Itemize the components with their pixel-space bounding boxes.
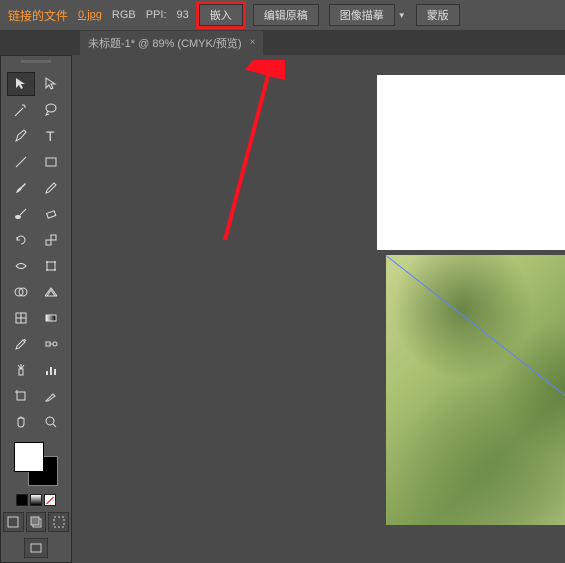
rotate-tool[interactable] bbox=[7, 228, 35, 252]
hand-tool[interactable] bbox=[7, 410, 35, 434]
pencil-tool[interactable] bbox=[37, 176, 65, 200]
svg-text:T: T bbox=[46, 128, 55, 144]
eraser-tool[interactable] bbox=[37, 202, 65, 226]
mask-button[interactable]: 蒙版 bbox=[416, 4, 460, 26]
free-transform-tool[interactable] bbox=[37, 254, 65, 278]
image-trace-dropdown[interactable]: 图像描摹 ▼ bbox=[329, 4, 406, 26]
artboard-blank[interactable] bbox=[377, 75, 565, 250]
swatch-none[interactable] bbox=[44, 494, 56, 506]
draw-mode-row bbox=[3, 512, 69, 532]
image-trace-button[interactable]: 图像描摹 bbox=[329, 4, 395, 26]
symbol-sprayer-tool[interactable] bbox=[7, 358, 35, 382]
selection-tool[interactable] bbox=[7, 72, 35, 96]
canvas-area[interactable] bbox=[72, 55, 565, 521]
draw-inside[interactable] bbox=[48, 512, 69, 532]
column-graph-tool[interactable] bbox=[37, 358, 65, 382]
document-tab-bar: 未标题-1* @ 89% (CMYK/预览) × bbox=[0, 30, 565, 55]
mesh-tool[interactable] bbox=[7, 306, 35, 330]
perspective-grid-tool[interactable] bbox=[37, 280, 65, 304]
gradient-tool[interactable] bbox=[37, 306, 65, 330]
scale-tool[interactable] bbox=[37, 228, 65, 252]
width-tool[interactable] bbox=[7, 254, 35, 278]
placed-image[interactable] bbox=[386, 255, 565, 525]
color-picker[interactable] bbox=[14, 442, 58, 486]
options-bar: 链接的文件 0.jpg RGB PPI: 93 嵌入 编辑原稿 图像描摹 ▼ 蒙… bbox=[0, 0, 565, 30]
artboard-tool[interactable] bbox=[7, 384, 35, 408]
type-tool[interactable]: T bbox=[37, 124, 65, 148]
chevron-down-icon: ▼ bbox=[398, 11, 406, 20]
screen-mode-button[interactable] bbox=[24, 538, 48, 558]
tools-panel: T bbox=[0, 55, 72, 563]
draw-behind[interactable] bbox=[26, 512, 47, 532]
draw-normal[interactable] bbox=[3, 512, 24, 532]
embed-button[interactable]: 嵌入 bbox=[199, 4, 243, 26]
linked-file-label: 链接的文件 bbox=[8, 7, 68, 24]
ppi-value: 93 bbox=[177, 9, 189, 21]
blend-tool[interactable] bbox=[37, 332, 65, 356]
ppi-label: PPI: bbox=[146, 9, 167, 21]
lasso-tool[interactable] bbox=[37, 98, 65, 122]
color-mode-label: RGB bbox=[112, 9, 136, 21]
zoom-tool[interactable] bbox=[37, 410, 65, 434]
linked-filename[interactable]: 0.jpg bbox=[78, 9, 102, 21]
rectangle-tool[interactable] bbox=[37, 150, 65, 174]
close-tab-icon[interactable]: × bbox=[250, 37, 256, 48]
blob-brush-tool[interactable] bbox=[7, 202, 35, 226]
pen-tool[interactable] bbox=[7, 124, 35, 148]
panel-grip[interactable] bbox=[3, 60, 69, 68]
document-tab-title: 未标题-1* @ 89% (CMYK/预览) bbox=[88, 35, 242, 51]
shape-builder-tool[interactable] bbox=[7, 280, 35, 304]
document-tab[interactable]: 未标题-1* @ 89% (CMYK/预览) × bbox=[80, 31, 263, 55]
direct-selection-tool[interactable] bbox=[37, 72, 65, 96]
slice-tool[interactable] bbox=[37, 384, 65, 408]
edit-original-button[interactable]: 编辑原稿 bbox=[253, 4, 319, 26]
paintbrush-tool[interactable] bbox=[7, 176, 35, 200]
fill-color[interactable] bbox=[14, 442, 44, 472]
color-mode-swatches bbox=[3, 494, 69, 506]
swatch-gradient[interactable] bbox=[30, 494, 42, 506]
screen-mode-row bbox=[3, 538, 69, 558]
eyedropper-tool[interactable] bbox=[7, 332, 35, 356]
magic-wand-tool[interactable] bbox=[7, 98, 35, 122]
line-tool[interactable] bbox=[7, 150, 35, 174]
swatch-solid[interactable] bbox=[16, 494, 28, 506]
